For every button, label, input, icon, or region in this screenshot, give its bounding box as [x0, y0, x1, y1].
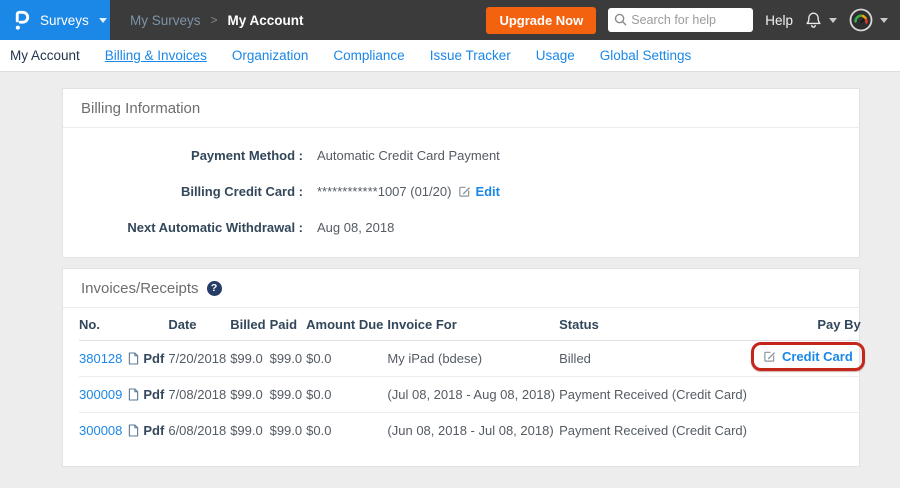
- masked-card-number: ************1007 (01/20): [317, 184, 451, 199]
- help-link[interactable]: Help: [765, 13, 793, 28]
- invoice-pay-by: [751, 413, 861, 449]
- tab-usage[interactable]: Usage: [536, 48, 575, 63]
- invoice-number-link[interactable]: 300008: [79, 423, 122, 438]
- pay-by-credit-card-button[interactable]: Credit Card: [763, 349, 853, 364]
- table-header-row: No. Date Billed Paid Amount Due Invoice …: [79, 308, 861, 341]
- breadcrumb-item-my-surveys[interactable]: My Surveys: [130, 13, 201, 28]
- account-menu[interactable]: [849, 8, 888, 32]
- table-row: 380128 Pdf 7/20/2018 $99.0 $99.0 $0.0: [79, 341, 861, 377]
- column-header-invoice-for: Invoice For: [387, 308, 559, 341]
- invoice-paid: $99.0: [270, 341, 307, 377]
- tab-compliance[interactable]: Compliance: [333, 48, 404, 63]
- invoice-amount-due: $0.0: [306, 413, 387, 449]
- invoice-number-link[interactable]: 300009: [79, 387, 122, 402]
- pdf-label: Pdf: [143, 351, 164, 366]
- breadcrumb-item-my-account: My Account: [228, 13, 304, 28]
- pdf-label: Pdf: [143, 387, 164, 402]
- account-nav-tabs: My Account Billing & Invoices Organizati…: [0, 40, 900, 72]
- payment-method-value: Automatic Credit Card Payment: [317, 148, 500, 163]
- invoice-amount-due: $0.0: [306, 377, 387, 413]
- tab-organization[interactable]: Organization: [232, 48, 309, 63]
- top-bar: Surveys My Surveys > My Account Upgrade …: [0, 0, 900, 40]
- invoice-date: 6/08/2018: [168, 413, 230, 449]
- notifications-menu[interactable]: [805, 11, 837, 29]
- next-withdrawal-row: Next Automatic Withdrawal : Aug 08, 2018: [81, 220, 841, 235]
- billing-credit-card-row: Billing Credit Card : ************1007 (…: [81, 184, 841, 199]
- help-search-box: [608, 8, 753, 32]
- column-header-date: Date: [168, 308, 230, 341]
- invoice-amount-due: $0.0: [306, 341, 387, 377]
- chevron-down-icon: [880, 18, 888, 23]
- invoice-pay-by: [751, 377, 861, 413]
- invoice-date: 7/08/2018: [168, 377, 230, 413]
- next-withdrawal-value: Aug 08, 2018: [317, 220, 394, 235]
- chevron-down-icon: [829, 18, 837, 23]
- breadcrumb-separator: >: [211, 13, 218, 27]
- top-bar-right: Upgrade Now Help: [486, 7, 900, 34]
- invoice-status: Payment Received (Credit Card): [559, 377, 751, 413]
- billing-info-rows: Payment Method : Automatic Credit Card P…: [63, 128, 859, 257]
- column-header-pay-by: Pay By: [751, 308, 861, 341]
- pdf-label: Pdf: [143, 423, 164, 438]
- help-icon[interactable]: ?: [207, 281, 222, 296]
- pdf-file-icon: [128, 352, 139, 365]
- pay-by-label: Credit Card: [782, 349, 853, 364]
- questionpro-logo-icon: [13, 8, 30, 32]
- pdf-file-icon: [128, 388, 139, 401]
- invoices-table: No. Date Billed Paid Amount Due Invoice …: [79, 308, 861, 448]
- column-header-status: Status: [559, 308, 751, 341]
- help-search-input[interactable]: [631, 13, 753, 27]
- column-header-billed: Billed: [230, 308, 269, 341]
- invoices-receipts-panel: Invoices/Receipts ? No. Date Billed Paid…: [62, 268, 860, 467]
- invoice-status: Payment Received (Credit Card): [559, 413, 751, 449]
- breadcrumb: My Surveys > My Account: [130, 13, 304, 28]
- invoice-for: (Jun 08, 2018 - Jul 08, 2018): [387, 413, 559, 449]
- invoices-receipts-header: Invoices/Receipts ?: [63, 269, 859, 308]
- tab-billing-invoices[interactable]: Billing & Invoices: [105, 48, 207, 63]
- invoice-billed: $99.0: [230, 413, 269, 449]
- billing-credit-card-label: Billing Credit Card :: [81, 184, 303, 199]
- tab-global-settings[interactable]: Global Settings: [600, 48, 692, 63]
- invoice-for: (Jul 08, 2018 - Aug 08, 2018): [387, 377, 559, 413]
- column-header-paid: Paid: [270, 308, 307, 341]
- invoice-paid: $99.0: [270, 377, 307, 413]
- invoice-billed: $99.0: [230, 377, 269, 413]
- billing-credit-card-value: ************1007 (01/20) Edit: [317, 184, 500, 199]
- billing-information-title: Billing Information: [63, 89, 859, 128]
- search-icon: [614, 13, 627, 26]
- edit-pencil-icon: [458, 185, 471, 198]
- invoice-date: 7/20/2018: [168, 341, 230, 377]
- user-avatar: [849, 8, 873, 32]
- column-header-no: No.: [79, 308, 168, 341]
- table-row: 300008 Pdf 6/08/2018 $99.0 $99.0 $0.0: [79, 413, 861, 449]
- column-header-amount-due: Amount Due: [306, 308, 387, 341]
- tab-issue-tracker[interactable]: Issue Tracker: [430, 48, 511, 63]
- invoice-for: My iPad (bdese): [387, 341, 559, 377]
- invoice-billed: $99.0: [230, 341, 269, 377]
- billing-information-panel: Billing Information Payment Method : Aut…: [62, 88, 860, 258]
- tab-my-account[interactable]: My Account: [10, 48, 80, 63]
- chevron-down-icon: [99, 18, 107, 23]
- pdf-download-link[interactable]: Pdf: [128, 387, 164, 402]
- invoice-number-link[interactable]: 380128: [79, 351, 122, 366]
- edit-pencil-icon: [763, 350, 776, 363]
- invoice-paid: $99.0: [270, 413, 307, 449]
- edit-credit-card-button[interactable]: Edit: [458, 184, 500, 199]
- table-row: 300009 Pdf 7/08/2018 $99.0 $99.0 $0.0: [79, 377, 861, 413]
- next-withdrawal-label: Next Automatic Withdrawal :: [81, 220, 303, 235]
- invoice-status: Billed: [559, 341, 751, 377]
- payment-method-label: Payment Method :: [81, 148, 303, 163]
- invoices-receipts-title: Invoices/Receipts: [81, 280, 199, 297]
- pdf-download-link[interactable]: Pdf: [128, 351, 164, 366]
- pdf-file-icon: [128, 424, 139, 437]
- payment-method-row: Payment Method : Automatic Credit Card P…: [81, 148, 841, 163]
- bell-icon: [805, 11, 822, 29]
- annotation-highlight-ring: Credit Card: [751, 342, 865, 371]
- surveys-menu-label: Surveys: [40, 13, 89, 28]
- edit-label: Edit: [475, 184, 500, 199]
- pdf-download-link[interactable]: Pdf: [128, 423, 164, 438]
- upgrade-now-button[interactable]: Upgrade Now: [486, 7, 596, 34]
- surveys-product-menu[interactable]: Surveys: [0, 0, 110, 40]
